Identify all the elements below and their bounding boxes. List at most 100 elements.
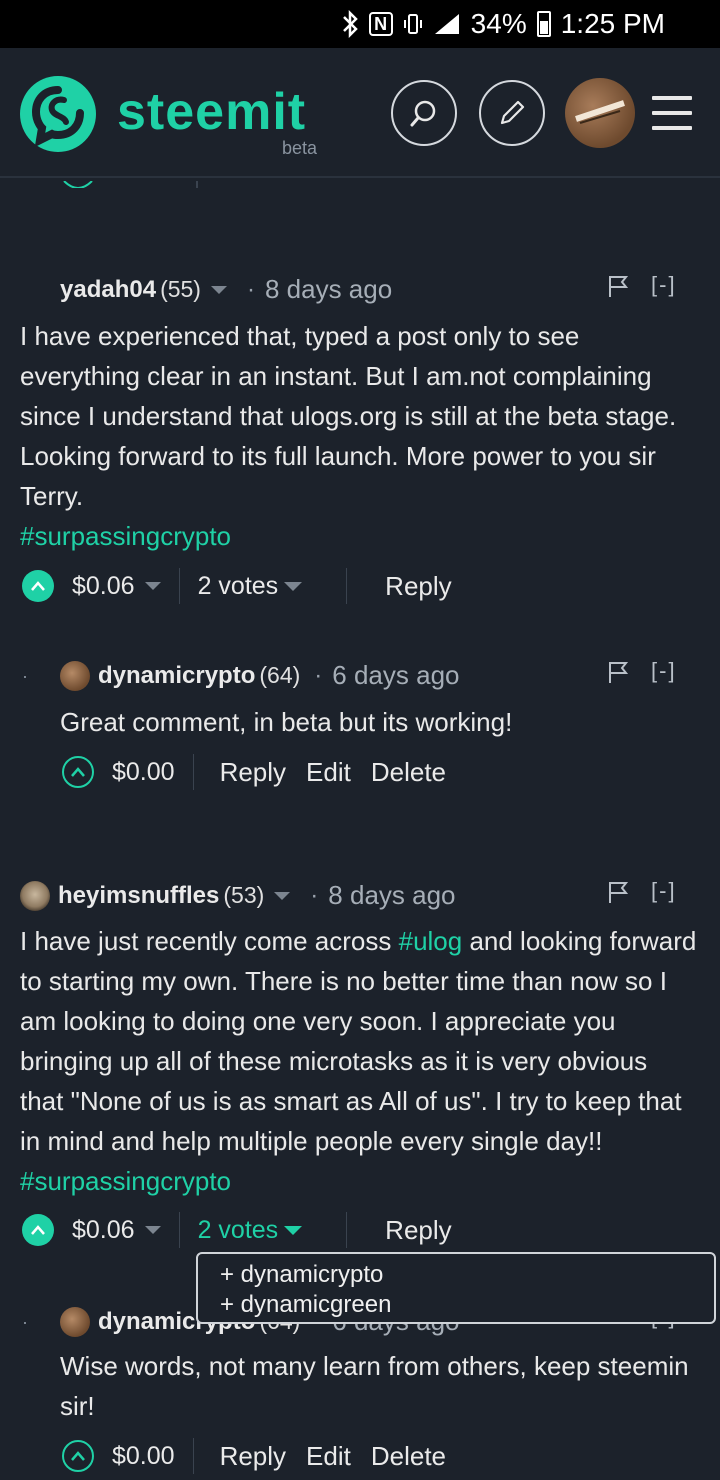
comment-author[interactable]: yadah04 [60,276,156,304]
clock: 1:25 PM [560,8,665,39]
divider [178,1212,180,1248]
chevron-up-icon [31,1225,45,1235]
votes-count[interactable]: 2 votes [198,1216,279,1245]
pencil-icon [500,100,525,125]
flag-icon[interactable] [607,660,629,684]
separator-dot: · [310,881,319,909]
previous-comment-actions [60,178,360,188]
comment-line: I have experienced that, typed a post on… [20,321,580,351]
comment-actions: $0.06 2 votes Reply [22,1212,452,1248]
comment-line: to starting my own. There is no better t… [20,966,667,996]
hashtag-link[interactable]: #surpassingcrypto [20,1161,696,1201]
comment-body: Great comment, in beta but its working! [60,707,513,737]
author-avatar[interactable] [20,880,50,911]
search-icon [410,100,436,127]
votes-count[interactable]: 2 votes [198,572,279,601]
reply-button[interactable]: Reply [385,571,451,602]
steemit-logo-icon[interactable] [20,76,96,152]
chevron-up-icon [31,581,45,591]
comment-meta: dynamicrypto (64) · 6 days ago [60,660,460,691]
upvote-button[interactable] [62,756,94,788]
votes-dropdown-icon[interactable] [284,1225,303,1235]
author-dropdown-icon[interactable] [210,285,227,294]
flag-icon[interactable] [607,274,629,298]
hashtag-link[interactable]: #surpassingcrypto [20,516,676,556]
vibrate-icon [403,12,423,36]
comment-body: I have just recently come across #ulog a… [20,921,696,1201]
payout-dropdown-icon[interactable] [144,1226,161,1234]
edit-button[interactable]: Edit [306,1441,351,1472]
delete-button[interactable]: Delete [371,757,446,788]
payout-amount[interactable]: $0.06 [72,1216,135,1245]
comment-text: and looking forward [462,926,697,956]
reply-button[interactable]: Reply [220,1441,286,1472]
divider [192,754,194,790]
comment-line: in mind and help multiple people every s… [20,1126,603,1156]
payout-dropdown-icon[interactable] [144,582,161,590]
comment-author[interactable]: heyimsnuffles [58,882,219,910]
reply-button[interactable]: Reply [385,1215,451,1246]
search-button[interactable] [391,80,457,146]
comment-line: sir! [60,1391,95,1421]
comment-line: Looking forward to its full launch. More… [20,441,656,471]
author-reputation: (55) [160,276,201,302]
delete-button[interactable]: Delete [371,1441,446,1472]
author-avatar[interactable] [60,660,90,691]
upvote-button[interactable] [22,570,54,602]
flag-icon[interactable] [607,880,629,904]
payout-amount[interactable]: $0.00 [112,1442,175,1471]
brand-name[interactable]: steemit [117,82,306,142]
comment-line: that "None of us is as smart as All of u… [20,1086,682,1116]
comment-meta: heyimsnuffles (53) · 8 days ago [20,880,456,911]
comment-time[interactable]: 8 days ago [328,880,455,911]
upvote-button[interactable] [62,1440,94,1472]
user-avatar[interactable] [565,78,635,148]
divider [192,1438,194,1474]
author-dropdown-icon[interactable] [274,891,291,900]
signal-icon [433,12,461,36]
comment-actions: $0.06 2 votes Reply [22,568,452,604]
comment-body: Wise words, not many learn from others, … [60,1346,689,1426]
upvote-button[interactable] [22,1214,54,1246]
battery-text: 34% [470,8,527,39]
comment-line: since I understand that ulogs.org is sti… [20,401,677,431]
comment-meta: yadah04 (55) · 8 days ago [60,274,392,305]
thread-bullet: · [22,666,28,686]
hashtag-link[interactable]: #ulog [399,926,463,956]
battery-icon [536,11,551,37]
nfc-icon: N [368,12,393,36]
separator-dot: · [246,275,255,303]
brand-subtitle: beta [282,138,318,158]
comment-actions: $0.00 Reply Edit Delete [62,754,466,790]
divider [346,568,348,604]
collapse-toggle[interactable]: [-] [651,272,677,298]
collapse-toggle[interactable]: [-] [651,878,677,904]
voters-dropdown: + dynamicrypto + dynamicgreen [196,1252,716,1324]
chevron-up-icon [71,1451,85,1461]
comment-line: am looking to doing one very soon. I app… [20,1006,616,1036]
hamburger-menu-icon[interactable] [652,96,692,130]
comment-actions: $0.00 Reply Edit Delete [62,1438,466,1474]
author-avatar[interactable] [60,1306,90,1337]
comment-body: I have experienced that, typed a post on… [20,316,676,556]
comment-text: I have just recently come across [20,926,399,956]
comment-line: Terry. [20,481,84,511]
edit-button[interactable]: Edit [306,757,351,788]
comment-time[interactable]: 6 days ago [332,660,459,691]
author-reputation: (53) [223,882,265,908]
thread-bullet: · [22,1312,28,1332]
payout-amount[interactable]: $0.06 [72,572,135,601]
bluetooth-icon [341,10,359,38]
comment-time[interactable]: 8 days ago [265,274,392,305]
comment-author[interactable]: dynamicrypto [98,662,255,690]
voter-link[interactable]: + dynamicgreen [220,1290,714,1320]
payout-amount[interactable]: $0.00 [112,758,175,787]
app-header: steemit beta [0,48,720,178]
votes-dropdown-icon[interactable] [284,581,303,591]
voter-link[interactable]: + dynamicrypto [220,1260,714,1290]
divider [178,568,180,604]
reply-button[interactable]: Reply [220,757,286,788]
collapse-toggle[interactable]: [-] [651,658,677,684]
write-post-button[interactable] [479,80,545,146]
comment-line: bringing up all of these microtasks as i… [20,1046,648,1076]
